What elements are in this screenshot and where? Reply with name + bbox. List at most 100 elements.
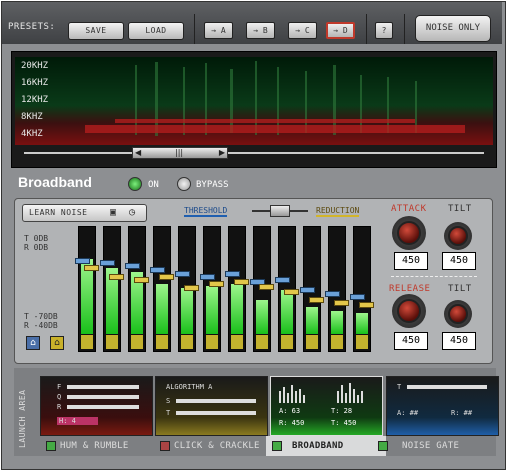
attack-knob[interactable] xyxy=(397,221,421,245)
hum-rumble-module[interactable]: F Q R H: 4 xyxy=(40,376,153,436)
chevron-right-icon[interactable]: ▶ xyxy=(219,148,225,158)
reduction-handle[interactable] xyxy=(109,274,124,280)
spectrogram-scrollbar[interactable]: ◀ ||| ▶ xyxy=(24,147,484,159)
module-param-label: A: 63 xyxy=(279,407,301,415)
threshold-handle[interactable] xyxy=(175,271,190,277)
enable-checkbox[interactable] xyxy=(378,441,388,451)
reduction-label: REDUCTION xyxy=(316,206,360,217)
learn-noise-label: LEARN NOISE xyxy=(29,208,88,217)
save-button[interactable]: SAVE xyxy=(68,22,124,40)
help-button[interactable]: ? xyxy=(375,22,393,39)
tilt-knob[interactable] xyxy=(448,226,468,246)
threshold-handle[interactable] xyxy=(225,271,240,277)
reduction-handle[interactable] xyxy=(234,279,249,285)
module-param-label: Q xyxy=(57,393,62,401)
param-bar xyxy=(176,399,256,403)
freq-label: 4KHZ xyxy=(21,129,43,139)
release-knob[interactable] xyxy=(397,299,421,323)
reduction-handle[interactable] xyxy=(184,285,199,291)
module-param-label: A: ## xyxy=(397,409,419,417)
divider xyxy=(366,14,367,44)
threshold-handle[interactable] xyxy=(150,267,165,273)
spectrogram-display[interactable]: 20KHZ 16KHZ 12KHZ 8KHZ 4KHZ xyxy=(15,57,493,145)
band-slider[interactable] xyxy=(125,226,149,352)
launch-area-label: LAUNCH AREA xyxy=(18,389,27,449)
band-level-fill xyxy=(156,284,168,334)
threshold-handle[interactable] xyxy=(350,294,365,300)
band-slider[interactable] xyxy=(275,226,299,352)
module-name: BROADBAND xyxy=(292,441,344,451)
load-button[interactable]: LOAD xyxy=(128,22,184,40)
band-level-fill xyxy=(306,307,318,334)
reduction-handle[interactable] xyxy=(334,300,349,306)
module-param-label: T xyxy=(166,409,171,417)
enable-checkbox[interactable] xyxy=(160,441,170,451)
band-reduction-fill xyxy=(106,335,118,349)
enable-checkbox[interactable] xyxy=(46,441,56,451)
attack-value[interactable]: 450 xyxy=(394,252,428,270)
click-crackle-module[interactable]: ALGORITHM A S T xyxy=(155,376,268,436)
band-slider[interactable] xyxy=(75,226,99,352)
freq-label: 16KHZ xyxy=(21,78,49,88)
bypass-radio[interactable] xyxy=(177,177,191,191)
divider xyxy=(194,14,195,44)
lock-icon[interactable]: ⌂ xyxy=(50,336,64,350)
threshold-handle[interactable] xyxy=(275,277,290,283)
band-slider[interactable] xyxy=(250,226,274,352)
reduction-handle[interactable] xyxy=(209,281,224,287)
threshold-handle[interactable] xyxy=(100,260,115,266)
threshold-handle[interactable] xyxy=(325,291,340,297)
tilt-value[interactable]: 450 xyxy=(442,332,476,350)
module-title: Broadband xyxy=(18,174,92,190)
reduction-handle[interactable] xyxy=(309,297,324,303)
preset-a-button[interactable]: → A xyxy=(204,22,233,39)
lock-icon[interactable]: ⌂ xyxy=(26,336,40,350)
module-name: HUM & RUMBLE xyxy=(60,441,129,451)
reduction-handle[interactable] xyxy=(159,274,174,280)
band-slider[interactable] xyxy=(175,226,199,352)
noise-only-button[interactable]: NOISE ONLY xyxy=(415,15,491,42)
presets-label: PRESETS: xyxy=(8,22,56,32)
tilt-knob[interactable] xyxy=(448,304,468,324)
reduction-handle[interactable] xyxy=(284,289,299,295)
band-slider[interactable] xyxy=(100,226,124,352)
reduction-handle[interactable] xyxy=(259,284,274,290)
threshold-reduction-slider[interactable] xyxy=(252,205,308,217)
preset-b-button[interactable]: → B xyxy=(246,22,275,39)
band-level-fill xyxy=(256,300,268,334)
threshold-handle[interactable] xyxy=(200,274,215,280)
reduction-handle[interactable] xyxy=(134,277,149,283)
reduction-handle[interactable] xyxy=(84,265,99,271)
threshold-handle[interactable] xyxy=(125,263,140,269)
attack-label: ATTACK xyxy=(391,204,427,214)
broadband-module[interactable]: A: 63 T: 28 R: 450 T: 450 xyxy=(270,376,383,436)
tilt-value[interactable]: 450 xyxy=(442,252,476,270)
band-reduction-fill xyxy=(156,335,168,349)
learn-noise-button[interactable]: LEARN NOISE ▣ ◷ xyxy=(22,204,147,222)
band-slider[interactable] xyxy=(150,226,174,352)
noise-gate-module[interactable]: T A: ## R: ## xyxy=(386,376,499,436)
band-slider[interactable] xyxy=(350,226,374,352)
on-radio[interactable] xyxy=(128,177,142,191)
band-slider[interactable] xyxy=(200,226,224,352)
bottom-threshold-label: T -70DB xyxy=(24,312,58,321)
enable-checkbox[interactable] xyxy=(272,441,282,451)
band-reduction-fill xyxy=(256,335,268,349)
chevron-left-icon[interactable]: ◀ xyxy=(135,148,141,158)
preset-c-button[interactable]: → C xyxy=(288,22,317,39)
freq-label: 8KHZ xyxy=(21,112,43,122)
threshold-handle[interactable] xyxy=(300,287,315,293)
band-slider[interactable] xyxy=(300,226,324,352)
threshold-label: THRESHOLD xyxy=(184,206,228,217)
module-param-label: T: 450 xyxy=(331,419,357,427)
release-value[interactable]: 450 xyxy=(394,332,428,350)
bottom-reduction-label: R -40DB xyxy=(24,321,58,330)
band-slider[interactable] xyxy=(325,226,349,352)
freq-label: 20KHZ xyxy=(21,61,49,71)
scroll-thumb[interactable]: ◀ ||| ▶ xyxy=(132,147,228,159)
preset-d-button[interactable]: → D xyxy=(326,22,355,39)
reduction-handle[interactable] xyxy=(359,302,374,308)
band-slider[interactable] xyxy=(225,226,249,352)
threshold-handle[interactable] xyxy=(75,258,90,264)
band-reduction-fill xyxy=(81,335,93,349)
